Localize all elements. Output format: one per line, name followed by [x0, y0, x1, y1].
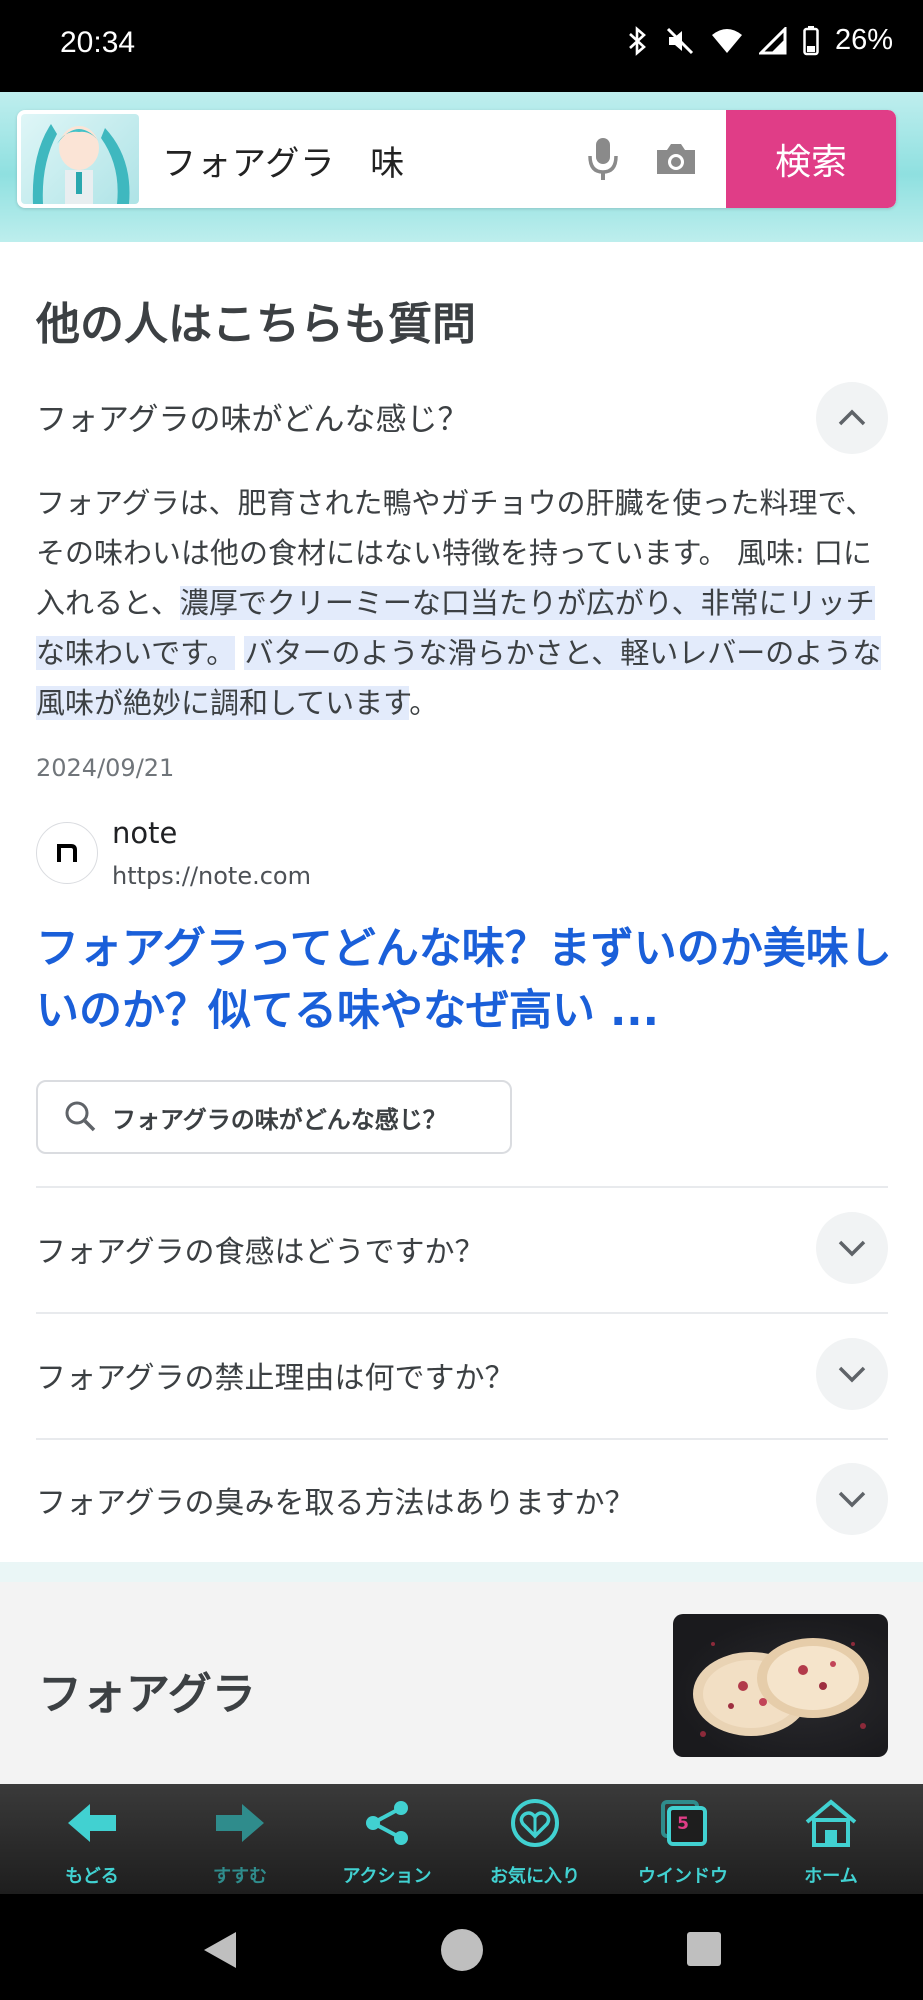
character-illustration-icon: [32, 124, 130, 204]
answer-text: フォアグラは、肥育された鴨やガチョウの肝臓を使った料理で、その味わいは他の食材に…: [36, 478, 892, 728]
foie-gras-image[interactable]: [673, 1614, 888, 1757]
search-pill-label: フォアグラの味がどんな感じ？: [112, 1106, 447, 1134]
note-logo-icon: [57, 844, 77, 862]
arrow-left-icon: [68, 1804, 116, 1842]
expand-button[interactable]: [816, 1338, 888, 1410]
action-button[interactable]: アクション: [312, 1784, 462, 1894]
source-url[interactable]: https://note.com: [112, 862, 311, 890]
chevron-up-icon: [838, 409, 866, 426]
search-header: フォアグラ 味 検索: [0, 92, 923, 242]
divider: [36, 1186, 888, 1188]
action-label: アクション: [342, 1866, 432, 1887]
divider: [36, 1312, 888, 1314]
status-icons: 26%: [627, 24, 893, 57]
browser-toolbar: もどる すすむ アクション お気に入り 5 ウインドウ ホーム: [0, 1784, 923, 1894]
chevron-down-icon: [838, 1240, 866, 1257]
signal-icon: [758, 26, 787, 54]
status-time: 20:34: [60, 26, 136, 59]
wifi-icon: [711, 28, 742, 53]
question-row[interactable]: フォアグラの禁止理由は何ですか？: [36, 1353, 515, 1397]
nav-home-icon[interactable]: [440, 1928, 484, 1972]
window-count: 5: [677, 1814, 689, 1834]
battery-icon: [803, 25, 819, 55]
search-icon: [65, 1101, 96, 1132]
source-name[interactable]: note: [112, 816, 177, 850]
favorites-button[interactable]: お気に入り: [460, 1784, 610, 1894]
question-open[interactable]: フォアグラの味がどんな感じ？: [36, 394, 468, 439]
knowledge-panel-title: フォアグラ: [38, 1669, 256, 1720]
source-logo[interactable]: [36, 822, 98, 884]
search-suggestion-pill[interactable]: フォアグラの味がどんな感じ？: [36, 1080, 512, 1154]
search-box: フォアグラ 味 検索: [17, 110, 896, 208]
knowledge-panel[interactable]: フォアグラ: [0, 1582, 923, 1784]
expand-button[interactable]: [816, 1212, 888, 1284]
home-label: ホーム: [804, 1866, 858, 1887]
expand-button[interactable]: [816, 1463, 888, 1535]
camera-icon[interactable]: [653, 134, 699, 184]
favorites-label: お気に入り: [490, 1866, 580, 1887]
question-row[interactable]: フォアグラの臭みを取る方法はありますか？: [36, 1478, 635, 1522]
section-heading: 他の人はこちらも質問: [36, 299, 476, 350]
people-also-ask-card: 他の人はこちらも質問 フォアグラの味がどんな感じ？ フォアグラは、肥育された鴨や…: [0, 242, 923, 1562]
system-nav-bar: [0, 1894, 923, 2000]
mute-icon: [666, 27, 694, 54]
answer-end: 。: [409, 686, 439, 720]
nav-back-icon[interactable]: [200, 1930, 240, 1970]
divider: [36, 1438, 888, 1440]
arrow-right-icon: [216, 1804, 264, 1842]
forward-label: すすむ: [213, 1866, 267, 1887]
search-input[interactable]: フォアグラ 味: [162, 136, 405, 185]
theme-avatar[interactable]: [21, 114, 139, 204]
home-button[interactable]: ホーム: [756, 1784, 906, 1894]
share-icon: [366, 1801, 408, 1845]
back-button[interactable]: もどる: [17, 1784, 167, 1894]
home-icon: [805, 1799, 857, 1847]
bluetooth-icon: [629, 25, 646, 56]
result-link[interactable]: フォアグラってどんな味？まずいのか美味しいのか？似てる味やなぜ高い ...: [36, 918, 896, 1042]
answer-date: 2024/09/21: [36, 754, 175, 782]
back-label: もどる: [65, 1866, 119, 1887]
microphone-icon[interactable]: [585, 134, 621, 184]
windows-button[interactable]: 5 ウインドウ: [608, 1784, 758, 1894]
forward-button[interactable]: すすむ: [165, 1784, 315, 1894]
nav-recents-icon[interactable]: [686, 1931, 722, 1967]
foie-gras-photo-icon: [693, 1638, 869, 1737]
status-bar: 20:34 26%: [0, 0, 923, 92]
battery-percent: 26%: [834, 24, 893, 56]
collapse-button[interactable]: [816, 382, 888, 454]
search-button[interactable]: 検索: [726, 110, 896, 208]
chevron-down-icon: [838, 1491, 866, 1508]
favorites-heart-icon: [511, 1799, 559, 1847]
chevron-down-icon: [838, 1366, 866, 1383]
windows-label: ウインドウ: [638, 1866, 728, 1887]
question-row[interactable]: フォアグラの食感はどうですか？: [36, 1227, 485, 1271]
